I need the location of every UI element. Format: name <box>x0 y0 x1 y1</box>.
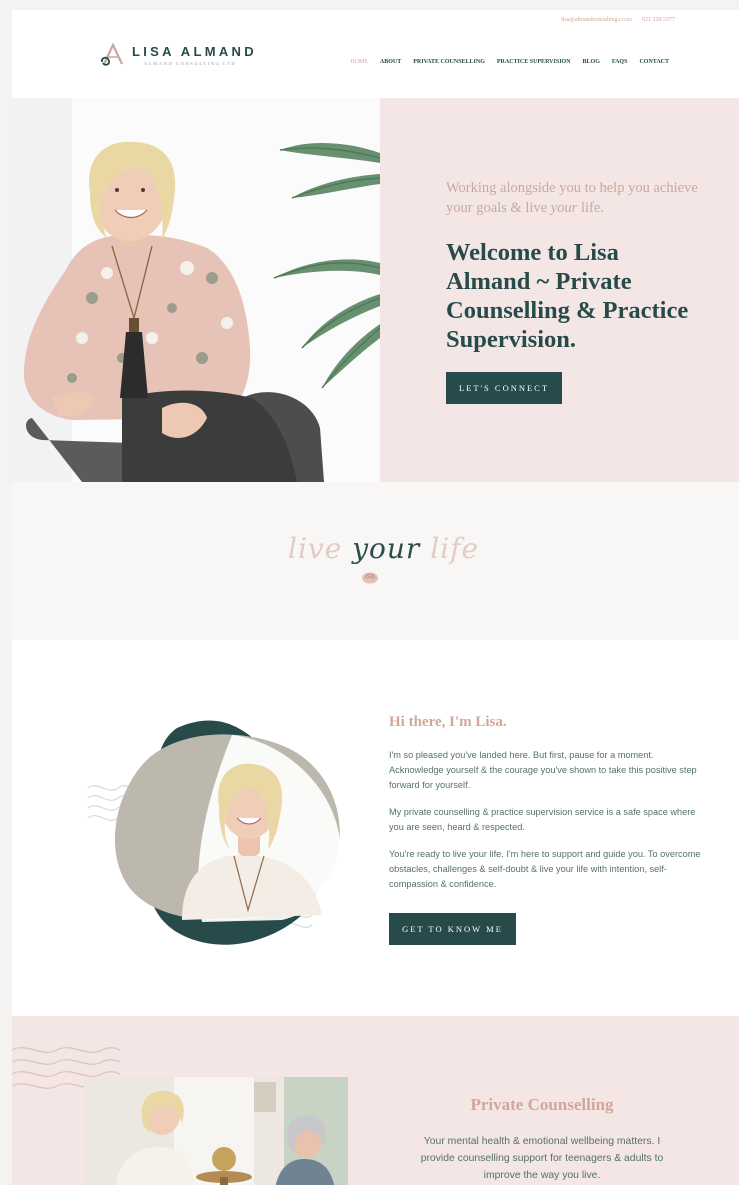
counselling-photo <box>84 1077 348 1185</box>
logo-monogram-icon <box>101 42 123 66</box>
about-section: Hi there, I'm Lisa. I'm so pleased you'v… <box>12 640 739 1016</box>
lets-connect-button[interactable]: LET'S CONNECT <box>446 372 562 404</box>
phone-link[interactable]: 021 220 5377 <box>642 17 675 23</box>
contact-bar: lisa@almandconsulting.co.nz 021 220 5377 <box>561 17 675 23</box>
hero-tagline: Working alongside you to help you achiev… <box>446 180 698 216</box>
private-counselling-text: Your mental health & emotional wellbeing… <box>420 1136 664 1181</box>
script-heading: live your life <box>288 532 479 565</box>
hero-copy: Working alongside you to help you achiev… <box>446 178 706 354</box>
script-word-life: life <box>430 532 480 565</box>
nav-faqs[interactable]: FAQS <box>612 59 628 65</box>
script-word-live: live <box>288 532 343 565</box>
private-counselling-title: Private Counselling <box>470 1095 614 1114</box>
site-header: lisa@almandconsulting.co.nz 021 220 5377… <box>12 10 739 98</box>
nav-practice-supervision[interactable]: PRACTICE SUPERVISION <box>497 59 571 65</box>
counselling-scene-illustration <box>84 1077 348 1185</box>
script-word-your: your <box>352 532 421 565</box>
hero-photo <box>12 98 380 482</box>
about-paragraph-3: You're ready to live your life. I'm here… <box>389 849 701 889</box>
logo-name: LISA ALMAND <box>132 43 257 59</box>
email-link[interactable]: lisa@almandconsulting.co.nz <box>561 17 632 23</box>
nav-home[interactable]: HOME <box>350 59 368 65</box>
about-paragraph-2: My private counselling & practice superv… <box>389 807 696 832</box>
main-nav: HOME ABOUT PRIVATE COUNSELLING PRACTICE … <box>350 59 669 65</box>
about-copy: Hi there, I'm Lisa. I'm so pleased you'v… <box>389 714 709 892</box>
logo[interactable]: LISA ALMAND ALMAND CONSULTING LTD <box>100 42 257 68</box>
live-your-life-band: live your life <box>12 482 739 640</box>
nav-contact[interactable]: CONTACT <box>639 59 669 65</box>
nav-blog[interactable]: BLOG <box>583 59 600 65</box>
hero-section: Working alongside you to help you achiev… <box>12 98 739 482</box>
page: lisa@almandconsulting.co.nz 021 220 5377… <box>12 10 739 1185</box>
nav-private-counselling[interactable]: PRIVATE COUNSELLING <box>413 59 485 65</box>
hero-portrait-illustration <box>12 98 380 482</box>
about-title: Hi there, I'm Lisa. <box>389 714 507 730</box>
get-to-know-me-button[interactable]: GET TO KNOW ME <box>389 913 516 945</box>
services-section: Private Counselling Your mental health &… <box>12 1016 739 1185</box>
about-paragraph-1: I'm so pleased you've landed here. But f… <box>389 750 697 790</box>
logo-subtitle: ALMAND CONSULTING LTD <box>144 60 237 66</box>
nav-about[interactable]: ABOUT <box>380 59 401 65</box>
about-portrait-blob <box>87 720 341 945</box>
hero-title: Welcome to Lisa Almand ~ Private Counsel… <box>446 239 689 353</box>
rose-icon <box>362 572 378 584</box>
